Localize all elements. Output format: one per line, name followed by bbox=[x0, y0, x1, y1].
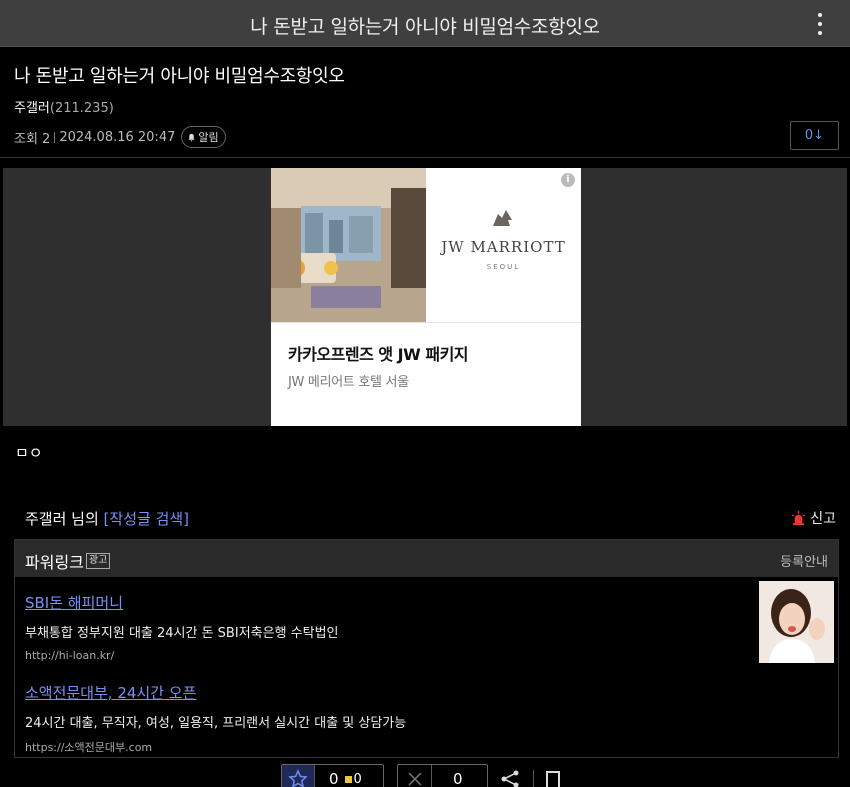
ad-card[interactable]: JW MARRIOTT SEOUL i 카카오프렌즈 앳 JW 패키지 JW 메… bbox=[271, 168, 581, 426]
author-nickname[interactable]: 주갤러 bbox=[14, 101, 50, 116]
ad-divider bbox=[271, 322, 581, 323]
ad-brand-name: JW MARRIOTT bbox=[441, 238, 566, 256]
view-count: 조회 2 bbox=[14, 131, 51, 147]
topbar-title: 나 돈받고 일하는거 아니야 비밀엄수조항잇오 bbox=[250, 16, 600, 38]
powerlink-item-title[interactable]: 소액전문대부, 24시간 오픈 bbox=[25, 682, 406, 703]
post-datetime: 2024.08.16 20:47 bbox=[59, 129, 176, 145]
report-button[interactable]: 신고 bbox=[791, 508, 836, 528]
powerlink-title: 파워링크 광고 bbox=[25, 549, 111, 573]
post-body: ㅁㅇ bbox=[15, 444, 43, 462]
bell-icon bbox=[188, 133, 196, 141]
powerlink-ad-tag: 광고 bbox=[85, 553, 111, 569]
x-icon bbox=[398, 765, 432, 787]
powerlink-box: 파워링크 광고 등록안내 SBI돈 해피머니 부채통합 정부지원 대출 24시간… bbox=[14, 539, 839, 758]
powerlink-item-desc: 24시간 대출, 무직자, 여성, 일용직, 프리랜서 실시간 대출 및 상담가… bbox=[25, 716, 407, 731]
top-bar: 나 돈받고 일하는거 아니야 비밀엄수조항잇오 bbox=[0, 0, 850, 47]
ad-headline[interactable]: 카카오프렌즈 앳 JW 패키지 bbox=[288, 341, 469, 365]
alarm-button[interactable]: 알림 bbox=[181, 126, 226, 148]
powerlink-item[interactable]: SBI돈 해피머니 부채통합 정부지원 대출 24시간 돈 SBI저축은행 수탁… bbox=[25, 592, 339, 662]
powerlink-item-desc: 부채통합 정부지원 대출 24시간 돈 SBI저축은행 수탁법인 bbox=[25, 626, 339, 641]
author-ip: (211.235) bbox=[49, 101, 114, 116]
vote-divider bbox=[533, 770, 534, 787]
fixed-user-icon bbox=[344, 775, 352, 783]
marriott-emblem-icon bbox=[493, 210, 512, 226]
post-author[interactable]: 주갤러(211.235) bbox=[14, 97, 114, 116]
nonrecommend-count: 0 bbox=[453, 770, 463, 787]
nonrecommend-button[interactable]: 0 bbox=[397, 764, 488, 787]
comment-jump-button[interactable]: 0↓ bbox=[790, 121, 839, 150]
powerlink-header: 파워링크 광고 등록안내 bbox=[15, 540, 838, 577]
star-icon bbox=[282, 765, 315, 787]
recommend-button[interactable]: 0 0 bbox=[281, 764, 384, 787]
author-search: 주갤러 님의 [작성글 검색] bbox=[25, 508, 189, 529]
ad-subline[interactable]: JW 메리어트 호텔 서울 bbox=[288, 371, 409, 390]
author-search-link[interactable]: [작성글 검색] bbox=[104, 510, 189, 528]
powerlink-item-title[interactable]: SBI돈 해피머니 bbox=[25, 592, 339, 613]
bookmark-icon[interactable] bbox=[546, 771, 560, 787]
alarm-label: 알림 bbox=[198, 131, 219, 144]
divider bbox=[0, 157, 850, 158]
post-meta: 조회 2 2024.08.16 20:47 알림 bbox=[14, 126, 226, 148]
powerlink-guide-link[interactable]: 등록안내 bbox=[780, 551, 828, 570]
powerlink-item-url: http://hi-loan.kr/ bbox=[25, 649, 115, 662]
recommend-count: 0 bbox=[329, 770, 339, 787]
ad-hotel-image[interactable] bbox=[271, 168, 426, 322]
ad-brand-city: SEOUL bbox=[486, 263, 521, 271]
share-icon[interactable] bbox=[499, 770, 521, 787]
author-search-prefix: 주갤러 님의 bbox=[25, 510, 104, 528]
ad-info-icon[interactable]: i bbox=[561, 173, 575, 187]
meta-divider bbox=[54, 131, 56, 143]
powerlink-item-url: https://소액전문대부.com bbox=[25, 741, 153, 754]
powerlink-item[interactable]: 소액전문대부, 24시간 오픈 24시간 대출, 무직자, 여성, 일용직, 프… bbox=[25, 682, 406, 755]
powerlink-thumbnail[interactable] bbox=[759, 581, 834, 663]
fixed-recommend-count: 0 bbox=[353, 771, 362, 787]
ad-banner-area: JW MARRIOTT SEOUL i 카카오프렌즈 앳 JW 패키지 JW 메… bbox=[3, 168, 847, 426]
ad-brand-logo[interactable]: JW MARRIOTT SEOUL bbox=[426, 168, 581, 322]
more-vertical-icon[interactable] bbox=[816, 13, 824, 35]
report-label: 신고 bbox=[810, 511, 836, 527]
post-title: 나 돈받고 일하는거 아니야 비밀엄수조항잇오 bbox=[14, 66, 345, 87]
fixed-recommend: 0 bbox=[344, 771, 362, 787]
siren-icon bbox=[792, 510, 806, 525]
powerlink-title-text: 파워링크 bbox=[25, 553, 84, 572]
vote-bar: 0 0 0 bbox=[0, 764, 850, 787]
